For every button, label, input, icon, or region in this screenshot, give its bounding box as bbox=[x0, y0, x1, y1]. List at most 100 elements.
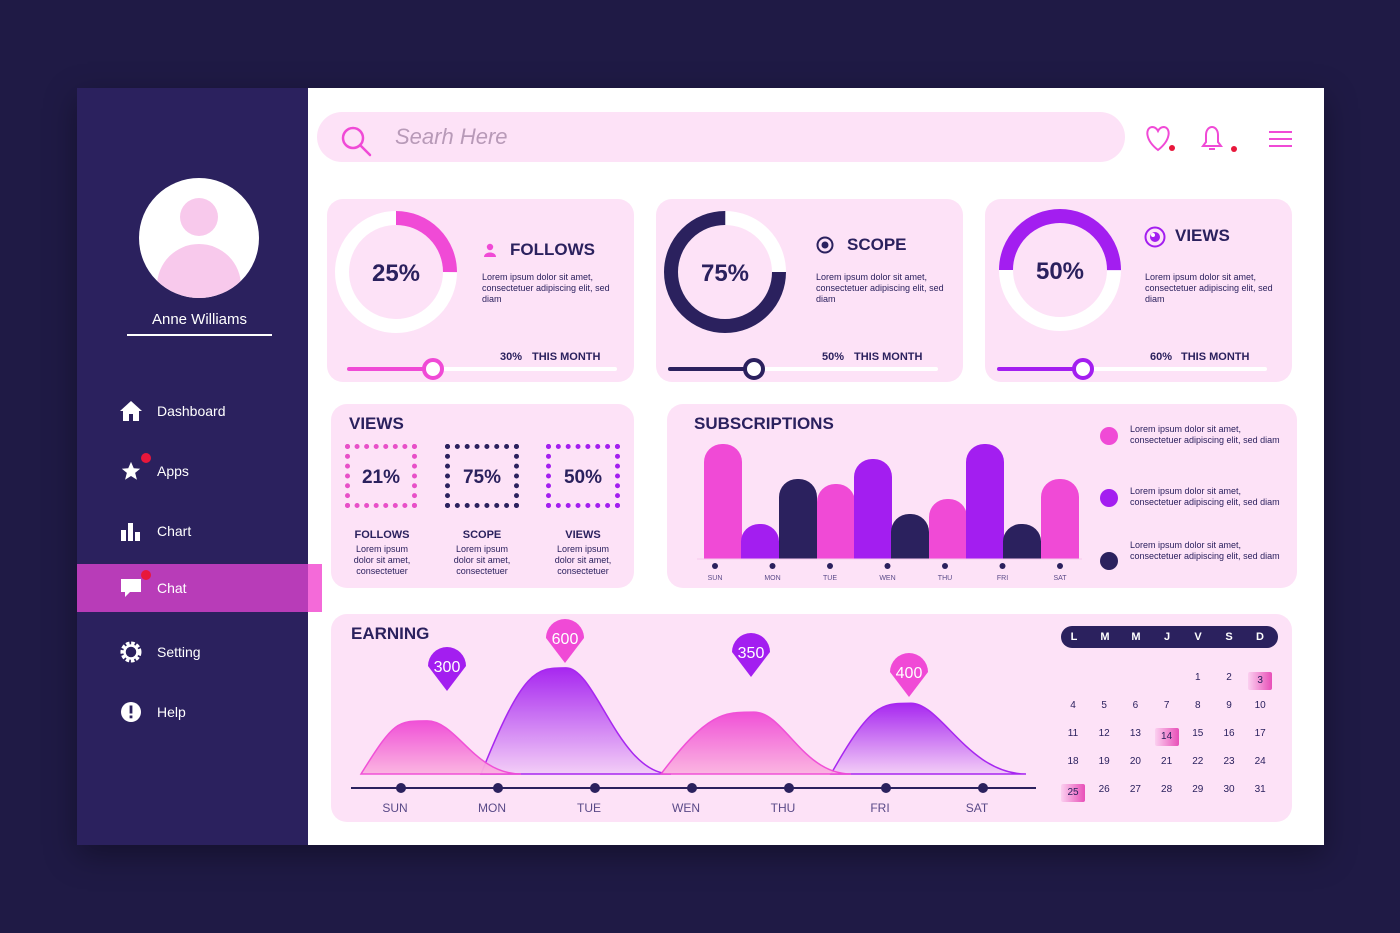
subscription-day-label: SAT bbox=[1053, 575, 1067, 582]
earning-panel: EARNING 300 600 350 400 SUN MON TUE WEN THU FRI SA… bbox=[331, 614, 1292, 822]
calendar-day[interactable]: 31 bbox=[1248, 784, 1272, 795]
calendar-day[interactable]: 14 bbox=[1154, 728, 1179, 746]
sidebar-item-label: Dashboard bbox=[157, 403, 226, 419]
calendar-day[interactable]: 1 bbox=[1186, 672, 1210, 683]
sidebar-item-setting[interactable]: Setting bbox=[77, 628, 308, 676]
user-name-underline bbox=[127, 334, 272, 336]
scope-box-text: Lorem ipsum dolor sit amet, consectetuer bbox=[453, 544, 511, 576]
sidebar-item-dashboard[interactable]: Dashboard bbox=[77, 387, 308, 435]
earning-chart: 300 600 350 400 SUN MON TUE WEN THU FRI SAT bbox=[351, 619, 1036, 815]
calendar-day[interactable]: 28 bbox=[1155, 784, 1179, 795]
bell-icon[interactable] bbox=[1197, 124, 1239, 159]
calendar-day[interactable]: 13 bbox=[1123, 728, 1147, 739]
sidebar-item-label: Setting bbox=[157, 644, 201, 660]
calendar-day[interactable]: 5 bbox=[1092, 700, 1116, 711]
day-dot bbox=[999, 563, 1006, 569]
calendar-day[interactable]: 19 bbox=[1092, 756, 1116, 767]
subscription-day-label: THU bbox=[938, 575, 952, 582]
calendar-weekday: V bbox=[1194, 631, 1202, 643]
target-icon bbox=[816, 236, 834, 259]
follows-slider-track[interactable] bbox=[347, 358, 617, 380]
scope-month-percent: 50% bbox=[822, 351, 845, 363]
search-input[interactable]: Searh Here bbox=[395, 124, 508, 150]
calendar-day[interactable]: 15 bbox=[1186, 728, 1210, 739]
calendar-day[interactable]: 20 bbox=[1123, 756, 1147, 767]
legend-dot-navy bbox=[1100, 552, 1118, 570]
calendar-day[interactable]: 23 bbox=[1217, 756, 1241, 767]
calendar-day[interactable]: 16 bbox=[1217, 728, 1241, 739]
calendar-day[interactable]: 27 bbox=[1123, 784, 1147, 795]
calendar-day[interactable]: 18 bbox=[1061, 756, 1085, 767]
earning-day-dot bbox=[881, 783, 891, 793]
calendar-day[interactable]: 2 bbox=[1217, 672, 1241, 683]
earning-day-label: MON bbox=[478, 801, 506, 815]
earning-pin[interactable]: 400 bbox=[890, 653, 928, 697]
calendar-day[interactable]: 10 bbox=[1248, 700, 1272, 711]
follows-slider-handle[interactable] bbox=[422, 358, 444, 380]
scope-slider-handle[interactable] bbox=[743, 358, 765, 380]
earning-day-dot bbox=[687, 783, 697, 793]
eye-icon bbox=[1144, 226, 1166, 253]
views-slider-handle[interactable] bbox=[1072, 358, 1094, 380]
scope-month-label: THIS MONTH bbox=[854, 351, 923, 363]
calendar-weekday: S bbox=[1225, 631, 1233, 643]
heart-icon[interactable] bbox=[1143, 124, 1177, 159]
calendar-day[interactable]: 25 bbox=[1061, 784, 1085, 802]
earning-pin[interactable]: 300 bbox=[428, 647, 466, 691]
follows-percent: 25% bbox=[371, 260, 421, 287]
earning-pin[interactable]: 600 bbox=[546, 619, 584, 663]
calendar-day[interactable]: 26 bbox=[1092, 784, 1116, 795]
calendar-day[interactable]: 22 bbox=[1186, 756, 1210, 767]
earning-pin[interactable]: 350 bbox=[732, 633, 770, 677]
views-title: VIEWS bbox=[1175, 226, 1230, 245]
calendar-day[interactable]: 9 bbox=[1217, 700, 1241, 711]
legend-text: Lorem ipsum dolor sit amet, consectetuer… bbox=[1130, 424, 1280, 445]
views-slider-track[interactable] bbox=[997, 358, 1267, 380]
calendar-day[interactable]: 24 bbox=[1248, 756, 1272, 767]
sidebar-item-help[interactable]: Help bbox=[77, 688, 308, 736]
calendar-day[interactable]: 11 bbox=[1061, 728, 1085, 739]
calendar-day[interactable]: 3 bbox=[1248, 672, 1273, 690]
earning-day-label: WEN bbox=[672, 801, 700, 815]
bar-chart-icon bbox=[119, 519, 143, 543]
day-dot bbox=[884, 563, 891, 569]
scope-slider-fill bbox=[668, 367, 754, 371]
legend-dot-pink bbox=[1100, 427, 1118, 445]
earning-day-dot bbox=[396, 783, 406, 793]
views-box-percent: 50% bbox=[563, 467, 603, 488]
follows-box-percent: 21% bbox=[361, 467, 401, 488]
menu-icon[interactable] bbox=[1269, 131, 1293, 152]
calendar-day[interactable]: 6 bbox=[1123, 700, 1147, 711]
calendar-day[interactable]: 21 bbox=[1155, 756, 1179, 767]
calendar-day[interactable]: 4 bbox=[1061, 700, 1085, 711]
calendar-header: L M M J V S D bbox=[1061, 626, 1278, 648]
search-bar[interactable]: Searh Here bbox=[317, 112, 1125, 162]
calendar-day[interactable]: 29 bbox=[1186, 784, 1210, 795]
avatar[interactable] bbox=[139, 178, 259, 298]
earning-day-label: SAT bbox=[966, 801, 989, 815]
sidebar-item-chart[interactable]: Chart bbox=[77, 507, 308, 555]
views-percent: 50% bbox=[1035, 258, 1085, 285]
day-dot bbox=[769, 563, 776, 569]
calendar-weekday: M bbox=[1100, 631, 1110, 643]
sidebar-item-label: Apps bbox=[157, 463, 189, 479]
calendar-day[interactable]: 17 bbox=[1248, 728, 1272, 739]
sidebar-item-chat[interactable]: Chat bbox=[77, 564, 322, 612]
earning-area bbox=[829, 702, 1027, 775]
subscription-day-label: SUN bbox=[708, 575, 723, 582]
calendar-day[interactable]: 30 bbox=[1217, 784, 1241, 795]
sidebar-item-apps[interactable]: Apps bbox=[77, 447, 308, 495]
scope-slider-track[interactable] bbox=[668, 358, 938, 380]
subscription-day-label: TUE bbox=[823, 575, 837, 582]
sidebar-item-label: Chat bbox=[157, 580, 187, 596]
follows-description: Lorem ipsum dolor sit amet, consectetuer… bbox=[482, 272, 610, 304]
calendar-day[interactable]: 12 bbox=[1092, 728, 1116, 739]
day-dot bbox=[712, 563, 718, 569]
day-dot bbox=[942, 563, 948, 569]
sidebar: Anne Williams Dashboard Apps Chart Chat … bbox=[77, 88, 322, 845]
calendar-day[interactable]: 7 bbox=[1155, 700, 1179, 711]
calendar-day[interactable]: 8 bbox=[1186, 700, 1210, 711]
search-icon[interactable] bbox=[339, 124, 373, 163]
day-dot bbox=[827, 563, 833, 569]
notification-dot bbox=[141, 570, 151, 580]
